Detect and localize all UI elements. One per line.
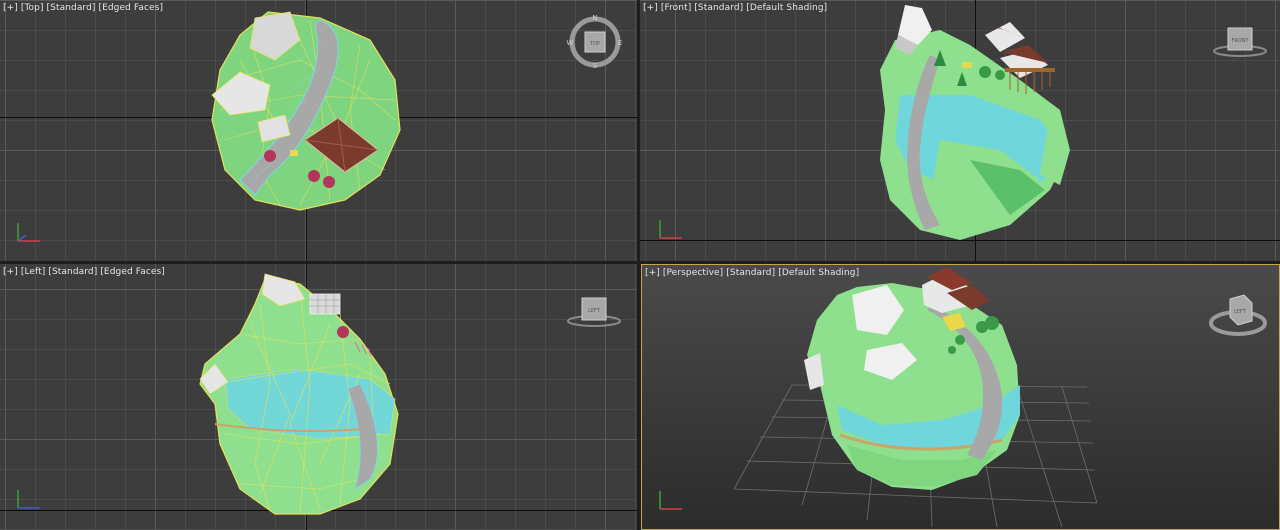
compass-north[interactable]: N [592,14,597,22]
visual-style-label[interactable]: [Standard] [726,268,775,278]
visual-style-label[interactable]: [Standard] [694,3,743,13]
compass-west[interactable]: W [567,39,574,47]
view-type-label[interactable]: [Left] [21,267,46,277]
view-type-label[interactable]: [Front] [661,3,692,13]
viewport-label-left: [+] [Left] [Standard] [Edged Faces] [3,267,165,277]
compass-east[interactable]: E [618,39,622,47]
axis-tripod-icon [659,220,682,239]
viewcube-left[interactable]: LEFT [566,294,622,330]
viewcube-face-label: LEFT [1234,309,1247,315]
viewport-menu-button[interactable]: [+] [643,3,658,13]
shading-mode-label[interactable]: [Default Shading] [778,268,859,278]
viewport-perspective[interactable]: [+] [Perspective] [Standard] [Default Sh… [641,264,1280,530]
model-island-left[interactable] [0,264,637,530]
viewport-top[interactable]: [+] [Top] [Standard] [Edged Faces] TOP N… [0,0,637,261]
viewport-menu-button[interactable]: [+] [3,3,18,13]
shading-mode-label[interactable]: [Edged Faces] [98,3,163,13]
viewport-label-top: [+] [Top] [Standard] [Edged Faces] [3,3,163,13]
model-island-top[interactable] [0,0,637,261]
viewport-left[interactable]: [+] [Left] [Standard] [Edged Faces] LEFT [0,264,637,530]
shading-mode-label[interactable]: [Default Shading] [746,3,827,13]
model-island-front[interactable] [640,0,1280,261]
viewcube-front[interactable]: FRONT [1212,24,1268,60]
viewcube-face-label: TOP [589,41,600,47]
shading-mode-label[interactable]: [Edged Faces] [100,267,165,277]
viewport-label-front: [+] [Front] [Standard] [Default Shading] [643,3,827,13]
viewport-label-perspective: [+] [Perspective] [Standard] [Default Sh… [645,268,859,278]
viewcube-face-label: LEFT [588,308,601,314]
viewport-menu-button[interactable]: [+] [3,267,18,277]
viewcube-face-label: FRONT [1231,38,1249,44]
viewcube-perspective[interactable]: LEFT [1208,291,1268,339]
view-type-label[interactable]: [Top] [21,3,44,13]
axis-tripod-icon [17,223,40,242]
viewport-menu-button[interactable]: [+] [645,268,660,278]
compass-south[interactable]: S [593,62,598,70]
axis-tripod-icon [659,491,682,510]
visual-style-label[interactable]: [Standard] [47,3,96,13]
viewcube-top[interactable]: TOP N S E W [565,14,625,70]
viewport-front[interactable]: [+] [Front] [Standard] [Default Shading]… [640,0,1280,261]
axis-tripod-icon [17,490,40,509]
visual-style-label[interactable]: [Standard] [48,267,97,277]
model-island-perspective[interactable] [642,265,1279,529]
view-type-label[interactable]: [Perspective] [663,268,723,278]
